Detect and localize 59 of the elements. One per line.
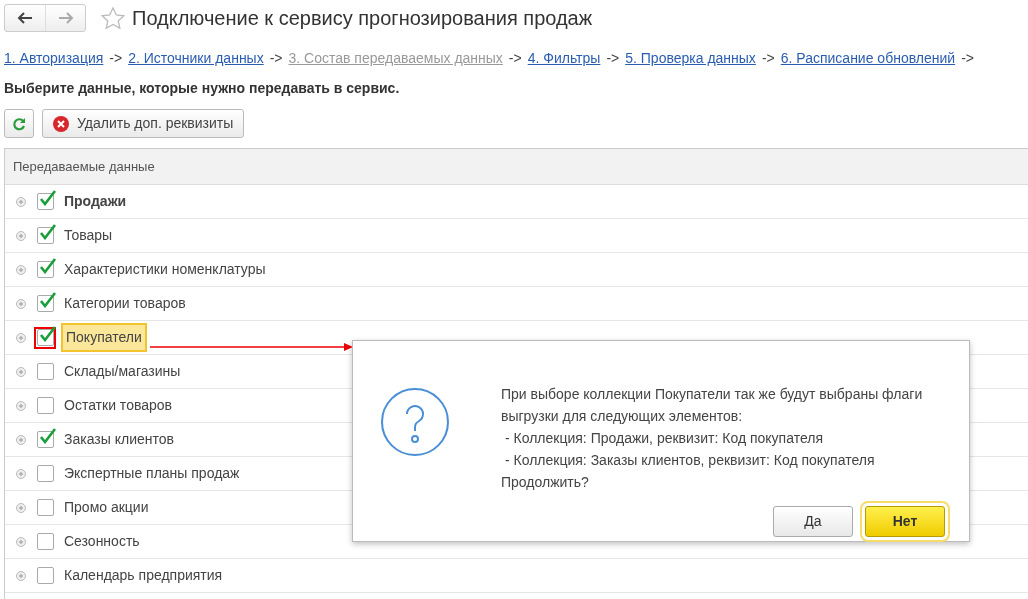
expand-icon[interactable] <box>16 570 26 581</box>
row-label: Заказы клиентов <box>63 430 175 449</box>
back-arrow-icon <box>17 12 33 24</box>
expand-icon[interactable] <box>16 298 26 309</box>
step-separator: -> <box>761 50 775 66</box>
checkbox[interactable] <box>36 295 54 312</box>
row-label: Товары <box>63 226 114 245</box>
expand-icon[interactable] <box>16 536 26 547</box>
expand-icon[interactable] <box>16 468 26 479</box>
instruction-text: Выберите данные, которые нужно передавать в сервис. <box>4 79 401 98</box>
window-title: Подключение к сервису прогнозирования продаж <box>132 6 593 31</box>
expand-icon[interactable] <box>16 502 26 513</box>
checkbox[interactable] <box>36 533 54 550</box>
checkbox[interactable] <box>36 227 54 244</box>
checkbox[interactable] <box>36 363 54 380</box>
column-header: Передаваемые данные <box>5 149 1028 185</box>
expand-icon[interactable] <box>16 366 26 377</box>
checkbox[interactable] <box>36 397 54 414</box>
expand-icon[interactable] <box>16 332 26 343</box>
step-separator: -> <box>109 50 123 66</box>
expand-icon[interactable] <box>16 264 26 275</box>
row-label: Категории товаров <box>63 294 187 313</box>
row-label: Склады/магазины <box>63 362 182 381</box>
step-link[interactable]: 2. Источники данных <box>128 50 264 66</box>
dialog-button[interactable]: Да <box>773 506 853 537</box>
expand-icon[interactable] <box>16 230 26 241</box>
step-separator: -> <box>961 50 974 66</box>
row-label: Покупатели <box>61 323 147 352</box>
delete-button[interactable]: Удалить доп. реквизиты <box>42 109 245 138</box>
step-separator: -> <box>606 50 620 66</box>
expand-icon[interactable] <box>16 434 26 445</box>
row-label: Сезонность <box>63 532 141 551</box>
question-icon <box>380 387 450 457</box>
row-label: Продажи <box>63 192 128 211</box>
row-label: Экспертные планы продаж <box>63 464 241 483</box>
row-label: Промо акции <box>63 498 150 517</box>
step-link[interactable]: 4. Фильтры <box>527 50 601 66</box>
row-label: Характеристики номенклатуры <box>63 260 267 279</box>
checkbox[interactable] <box>36 431 54 448</box>
row-label: Остатки товаров <box>63 396 173 415</box>
dialog-message: При выборе коллекции Покупатели так же будут выбраны флаги выгрузки для следующих элементов: - Коллекция: Продажи, реквизит: Код покупателя - Коллекция: Заказы клиентов, реквизит: Код покупателя Продолжить? <box>501 385 923 492</box>
checkbox[interactable] <box>36 193 54 210</box>
checkbox[interactable] <box>36 261 54 278</box>
expand-icon[interactable] <box>16 196 26 207</box>
refresh-icon <box>12 116 26 131</box>
favorite-star-icon[interactable] <box>100 6 126 32</box>
delete-icon <box>53 115 69 132</box>
step-link[interactable]: 1. Авторизация <box>4 50 104 66</box>
checkbox[interactable] <box>36 465 54 482</box>
step-separator: -> <box>508 50 522 66</box>
checkbox[interactable] <box>36 499 54 516</box>
checkbox[interactable] <box>36 567 54 584</box>
expand-icon[interactable] <box>16 400 26 411</box>
step-link[interactable]: 6. Расписание обновлений <box>780 50 956 66</box>
step-separator: -> <box>269 50 283 66</box>
step-link[interactable]: 5. Проверка данных <box>625 50 756 66</box>
forward-arrow-icon <box>57 12 74 24</box>
row-label: Календарь предприятия <box>63 566 224 585</box>
refresh-button[interactable] <box>4 109 34 138</box>
